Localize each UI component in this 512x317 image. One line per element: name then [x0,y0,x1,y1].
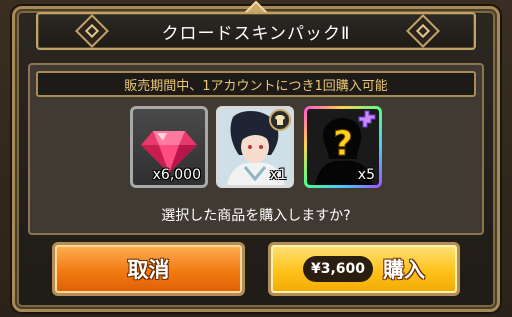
dialog-title: クロードスキンパックⅡ [161,23,351,44]
purchase-limit-notice: 販売期間中、1アカウントにつき1回購入可能 [36,71,476,97]
buy-button-label: 購入 [383,258,426,282]
item-quantity: x6,000 [152,167,201,183]
shirt-badge-icon [269,109,291,131]
item-quantity: x5 [357,167,375,183]
buy-button[interactable]: ¥3,600 購入 [268,242,460,296]
confirm-message: 選択した商品を購入しますか? [161,208,351,224]
puzzle-piece-icon [358,110,376,128]
item-slot-mystery[interactable]: ? x5 [304,106,382,188]
price-tag: ¥3,600 [302,256,374,282]
cancel-button-label: 取消 [127,258,170,282]
item-slot-gem[interactable]: x6,000 [130,106,208,188]
item-quantity: x1 [269,167,287,183]
cancel-button[interactable]: 取消 [52,242,245,296]
item-slot-character-skin[interactable]: x1 [216,106,294,188]
svg-text:?: ? [333,124,353,164]
